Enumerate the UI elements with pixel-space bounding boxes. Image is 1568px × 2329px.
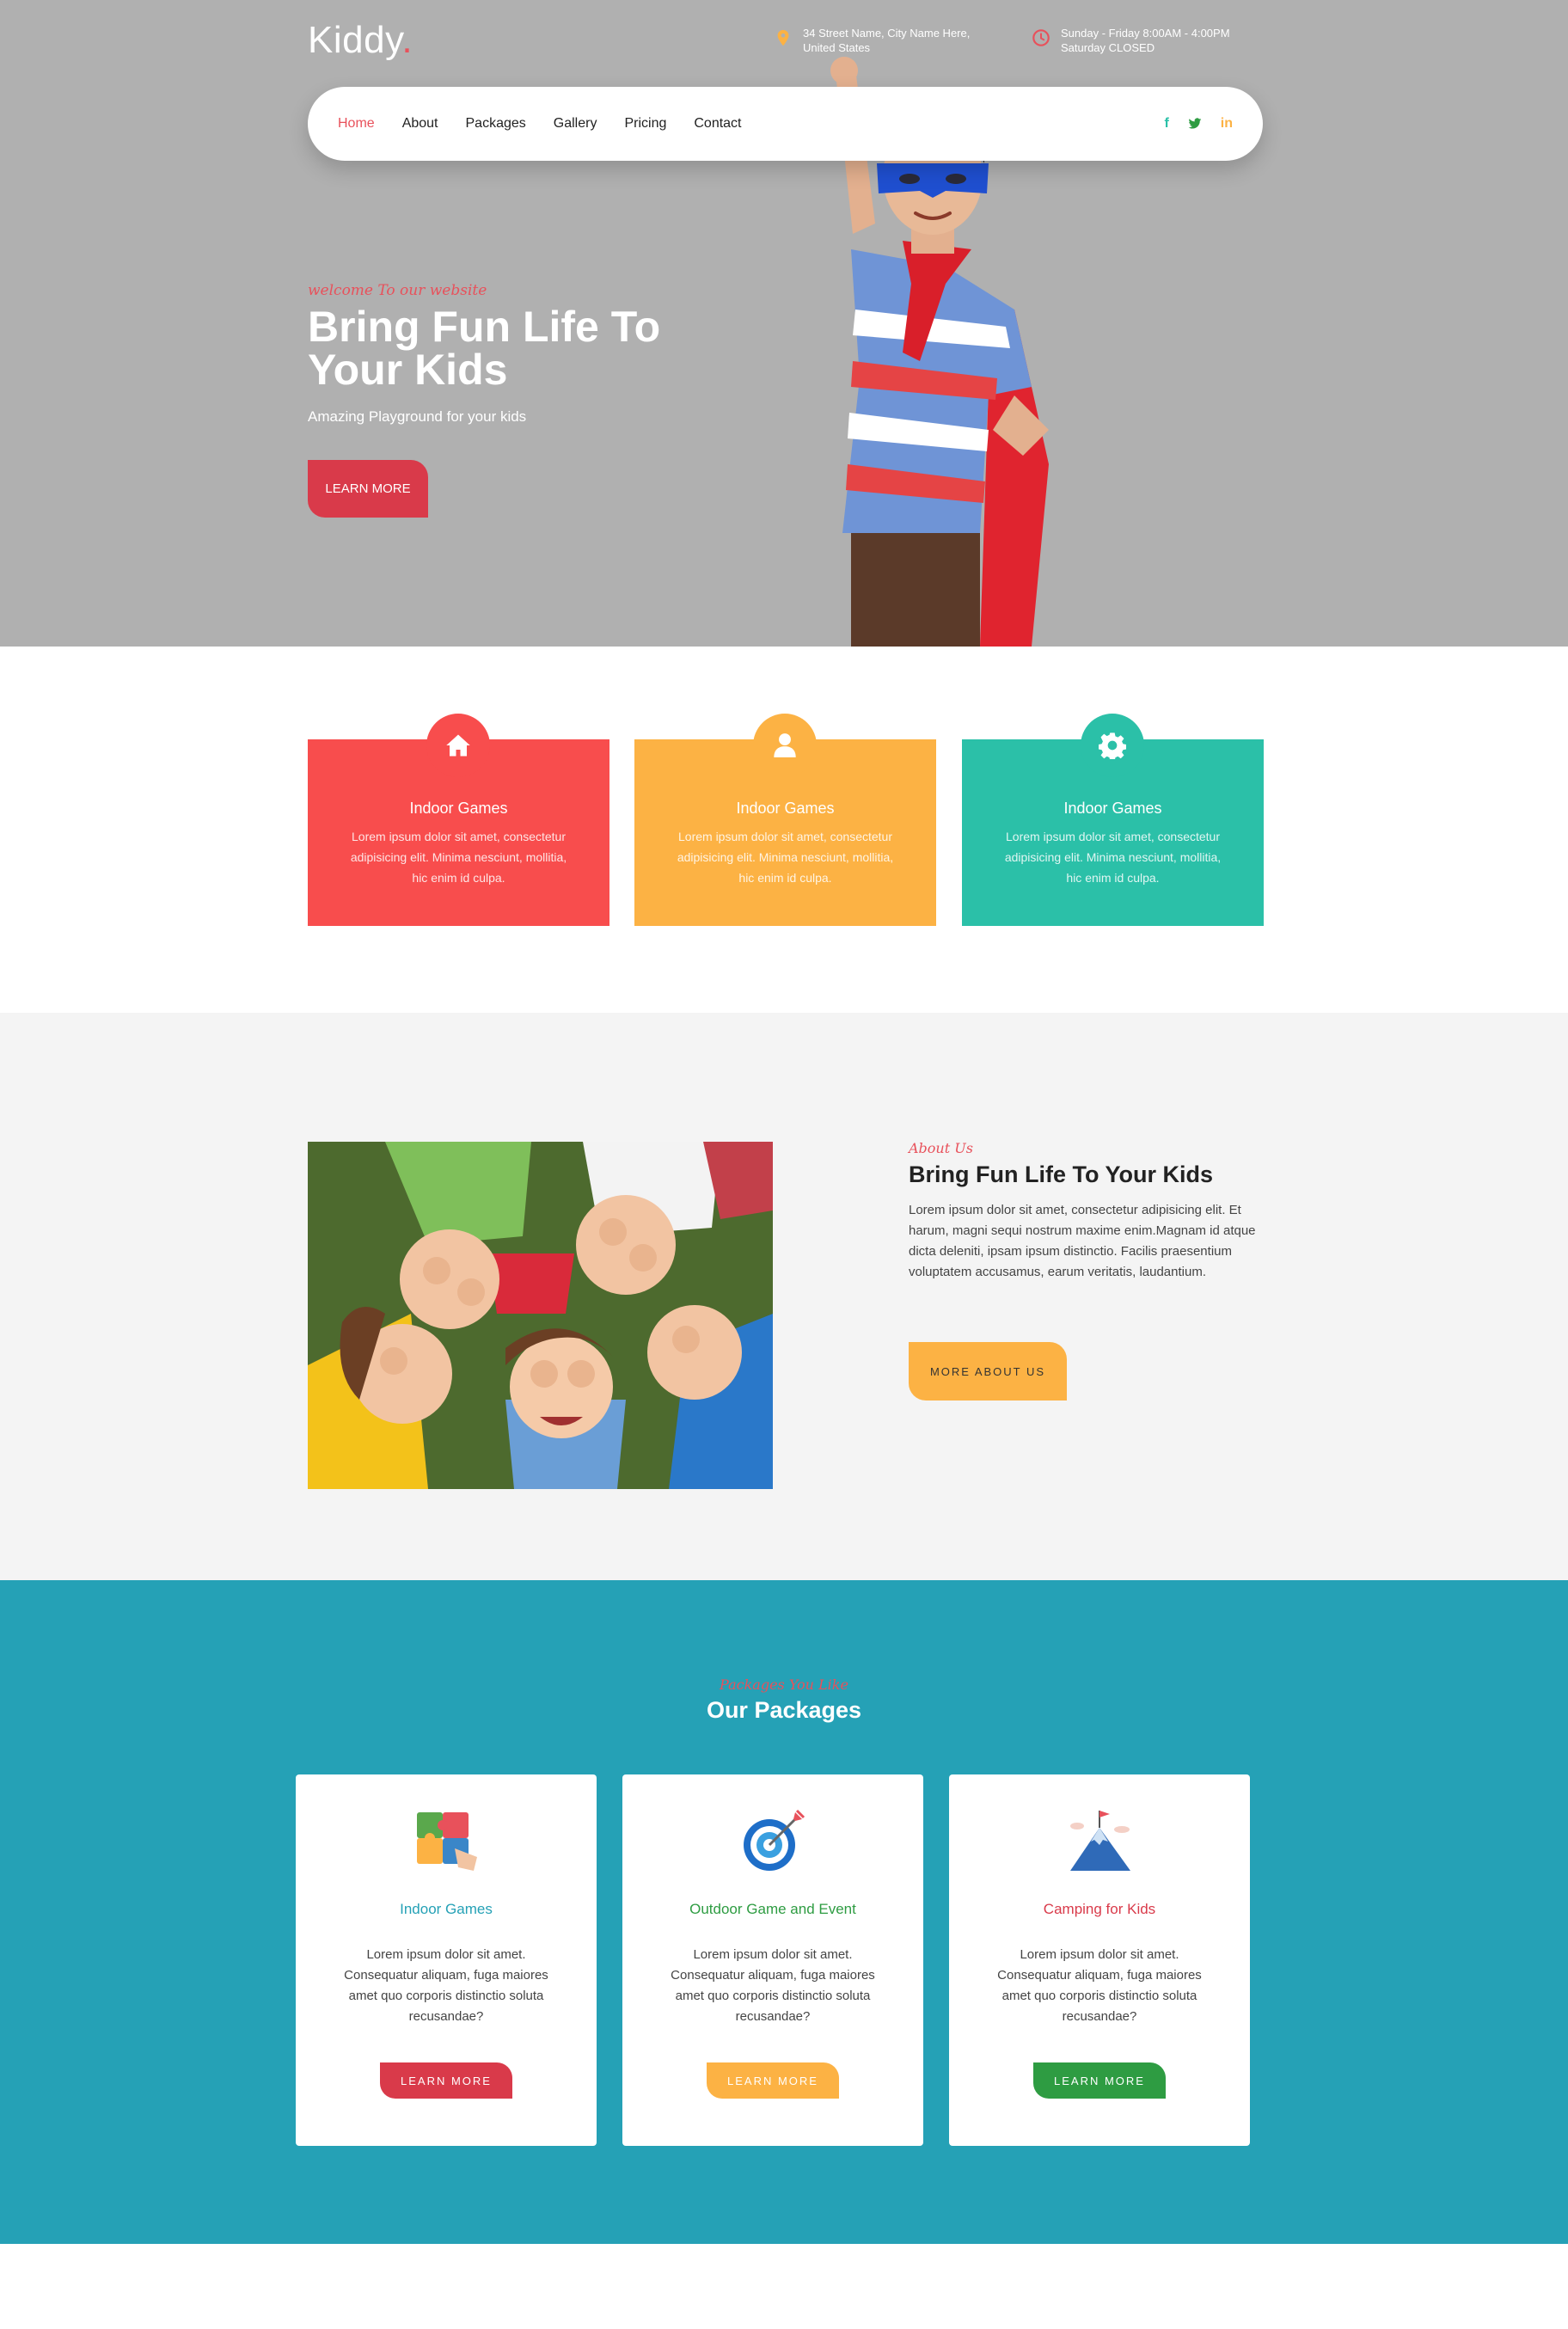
linkedin-icon[interactable]: in [1221,116,1233,132]
main-navbar: Home About Packages Gallery Pricing Cont… [308,87,1263,161]
hero-section: Kiddy. 34 Street Name, City Name Here, U… [0,0,1568,647]
logo-dot: . [401,19,413,61]
twitter-icon[interactable] [1188,118,1202,130]
mountain-flag-icon [1070,1811,1130,1871]
package-learn-more-button[interactable]: LEARN MORE [1033,2062,1166,2099]
nav-pricing[interactable]: Pricing [624,116,666,132]
hero-welcome-text: welcome To our website [308,282,487,299]
package-card: Indoor Games Lorem ipsum dolor sit amet.… [296,1774,597,2146]
package-text: Lorem ipsum dolor sit amet. Consequatur … [997,1947,1202,2024]
user-icon [774,733,796,757]
package-text: Lorem ipsum dolor sit amet. Consequatur … [344,1947,548,2024]
facebook-icon[interactable]: f [1164,116,1168,132]
address-line1: 34 Street Name, City Name Here, [803,27,971,40]
feature-card: Indoor Games Lorem ipsum dolor sit amet,… [962,714,1264,926]
package-title: Outdoor Game and Event [689,1901,856,1917]
feature-icon-circle [753,714,817,777]
about-text: Lorem ipsum dolor sit amet, consectetur … [909,1203,1256,1279]
feature-title: Indoor Games [409,800,508,817]
package-learn-more-button[interactable]: LEARN MORE [380,2062,512,2099]
package-title: Indoor Games [400,1901,493,1917]
feature-title: Indoor Games [736,800,835,817]
about-small-heading: About Us [909,1140,973,1156]
feature-text: Lorem ipsum dolor sit amet, consectetur … [677,830,894,885]
feature-text: Lorem ipsum dolor sit amet, consectetur … [350,830,567,885]
hero-learn-more-button[interactable]: LEARN MORE [308,460,428,518]
nav-packages[interactable]: Packages [466,116,526,132]
nav-home[interactable]: Home [338,116,375,132]
more-about-us-button[interactable]: MORE ABOUT US [909,1342,1067,1400]
feature-title: Indoor Games [1063,800,1162,817]
feature-card: Indoor Games Lorem ipsum dolor sit amet,… [634,714,936,926]
home-icon [446,734,470,757]
package-learn-more-button[interactable]: LEARN MORE [707,2062,839,2099]
nav-gallery[interactable]: Gallery [554,116,597,132]
feature-icon-circle [1081,714,1144,777]
social-links: f in [1164,116,1233,132]
hours-info: Sunday - Friday 8:00AM - 4:00PM Saturday… [1032,26,1230,55]
package-card: Camping for Kids Lorem ipsum dolor sit a… [949,1774,1250,2146]
hero-subtitle: Amazing Playground for your kids [308,408,527,425]
package-title: Camping for Kids [1043,1901,1156,1917]
nav-about[interactable]: About [402,116,438,132]
about-section: About Us Bring Fun Life To Your Kids Lor… [0,1013,1568,1580]
packages-title: Our Packages [706,1697,862,1723]
clock-icon [1032,29,1050,46]
feature-text: Lorem ipsum dolor sit amet, consectetur … [1004,830,1222,885]
feature-card: Indoor Games Lorem ipsum dolor sit amet,… [308,714,609,926]
about-kids-image [308,1142,773,1489]
feature-icon-circle [426,714,490,777]
package-text: Lorem ipsum dolor sit amet. Consequatur … [671,1947,875,2024]
packages-section: Packages You Like Our Packages Indoor Ga… [0,1580,1568,2244]
nav-contact[interactable]: Contact [694,116,741,132]
hero-title: Bring Fun Life To Your Kids [308,303,661,394]
packages-small-heading: Packages You Like [720,1676,848,1693]
gear-icon [1099,732,1126,759]
target-icon [744,1809,805,1871]
address-info: 34 Street Name, City Name Here, United S… [774,26,970,55]
puzzle-icon [417,1812,477,1871]
hours-line1: Sunday - Friday 8:00AM - 4:00PM [1061,27,1230,40]
logo-text: Kiddy [308,19,402,61]
package-card: Outdoor Game and Event Lorem ipsum dolor… [622,1774,923,2146]
map-pin-icon [777,29,789,46]
about-title: Bring Fun Life To Your Kids [909,1161,1213,1187]
nav-links: Home About Packages Gallery Pricing Cont… [338,116,742,132]
site-logo[interactable]: Kiddy. [308,19,413,62]
